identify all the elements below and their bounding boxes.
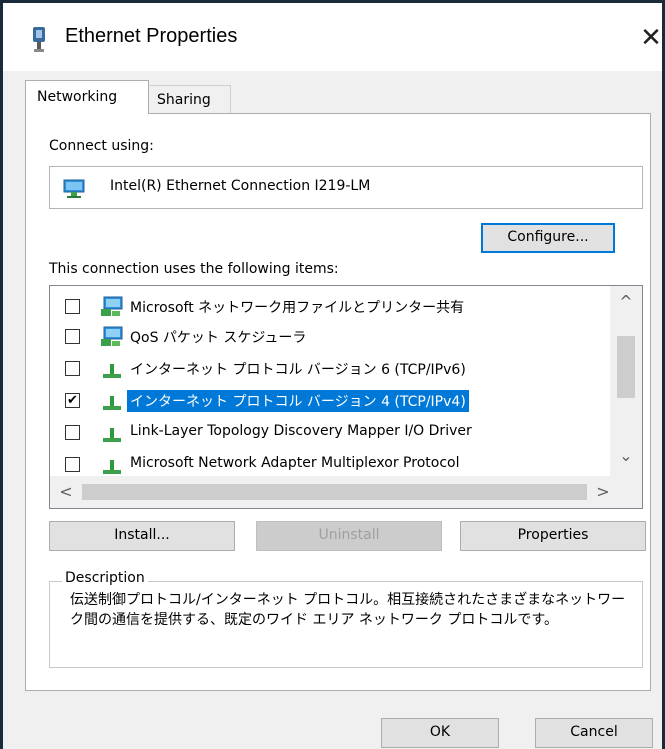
horizontal-scrollbar[interactable]: < >: [50, 476, 642, 508]
item-label: QoS パケット スケジューラ: [130, 330, 307, 346]
cancel-button[interactable]: Cancel: [535, 718, 653, 748]
list-item[interactable]: Link-Layer Topology Discovery Mapper I/O…: [50, 417, 610, 447]
item-checkbox[interactable]: [65, 329, 80, 344]
item-label: インターネット プロトコル バージョン 6 (TCP/IPv6): [130, 362, 466, 378]
vertical-scrollbar[interactable]: ^ ⌄: [610, 286, 642, 476]
description-text: 伝送制御プロトコル/インターネット プロトコル。相互接続されたさまざまなネットワ…: [70, 592, 626, 628]
network-service-icon: [101, 296, 123, 316]
list-item[interactable]: Microsoft ネットワーク用ファイルとプリンター共有: [50, 291, 610, 321]
list-item[interactable]: QoS パケット スケジューラ: [50, 321, 610, 351]
items-label: This connection uses the following items…: [49, 261, 339, 277]
scroll-up-icon[interactable]: ^: [610, 292, 642, 311]
description-legend: Description: [62, 570, 148, 586]
item-checkbox[interactable]: [65, 457, 80, 472]
description-group: Description 伝送制御プロトコル/インターネット プロトコル。相互接続…: [49, 570, 643, 668]
ok-button[interactable]: OK: [381, 718, 499, 748]
adapter-name: Intel(R) Ethernet Connection I219-LM: [110, 178, 371, 194]
network-adapter-title-icon: [33, 27, 45, 52]
scroll-right-icon[interactable]: >: [587, 482, 619, 501]
item-checkbox[interactable]: [65, 361, 80, 376]
configure-button[interactable]: Configure...: [481, 223, 615, 253]
protocol-icon: [103, 428, 121, 442]
item-label: Link-Layer Topology Discovery Mapper I/O…: [130, 423, 472, 439]
protocol-icon: [103, 364, 121, 378]
vertical-scroll-thumb[interactable]: [617, 336, 635, 398]
uninstall-button: Uninstall: [256, 521, 442, 551]
ethernet-properties-dialog: Ethernet Properties ✕ Networking Sharing…: [0, 0, 665, 749]
item-label: Microsoft Network Adapter Multiplexor Pr…: [130, 455, 460, 471]
close-button[interactable]: ✕: [637, 23, 665, 53]
install-button[interactable]: Install...: [49, 521, 235, 551]
protocol-icon: [103, 460, 121, 474]
scroll-left-icon[interactable]: <: [50, 482, 82, 501]
protocol-icon: [103, 396, 121, 410]
horizontal-scroll-thumb[interactable]: [82, 484, 587, 500]
list-item[interactable]: Microsoft Network Adapter Multiplexor Pr…: [50, 449, 610, 479]
items-list[interactable]: Microsoft ネットワーク用ファイルとプリンター共有 QoS パケット ス…: [49, 285, 643, 509]
tab-sharing[interactable]: Sharing: [149, 85, 231, 114]
item-label: Microsoft ネットワーク用ファイルとプリンター共有: [130, 300, 465, 316]
adapter-field: Intel(R) Ethernet Connection I219-LM: [49, 166, 643, 209]
network-service-icon: [101, 326, 123, 346]
item-checkbox[interactable]: [65, 299, 80, 314]
connect-using-label: Connect using:: [49, 138, 154, 154]
properties-button[interactable]: Properties: [460, 521, 646, 551]
network-adapter-icon: [63, 179, 85, 198]
item-checkbox[interactable]: [65, 425, 80, 440]
title-bar: Ethernet Properties ✕: [3, 3, 662, 71]
list-item-selected[interactable]: ✔ インターネット プロトコル バージョン 4 (TCP/IPv4): [50, 385, 610, 415]
item-label: インターネット プロトコル バージョン 4 (TCP/IPv4): [127, 390, 469, 412]
window-title: Ethernet Properties: [65, 25, 238, 47]
list-item[interactable]: インターネット プロトコル バージョン 6 (TCP/IPv6): [50, 353, 610, 383]
item-checkbox-checked[interactable]: ✔: [65, 393, 80, 408]
scroll-down-icon[interactable]: ⌄: [610, 446, 642, 465]
tab-networking[interactable]: Networking: [25, 80, 149, 114]
